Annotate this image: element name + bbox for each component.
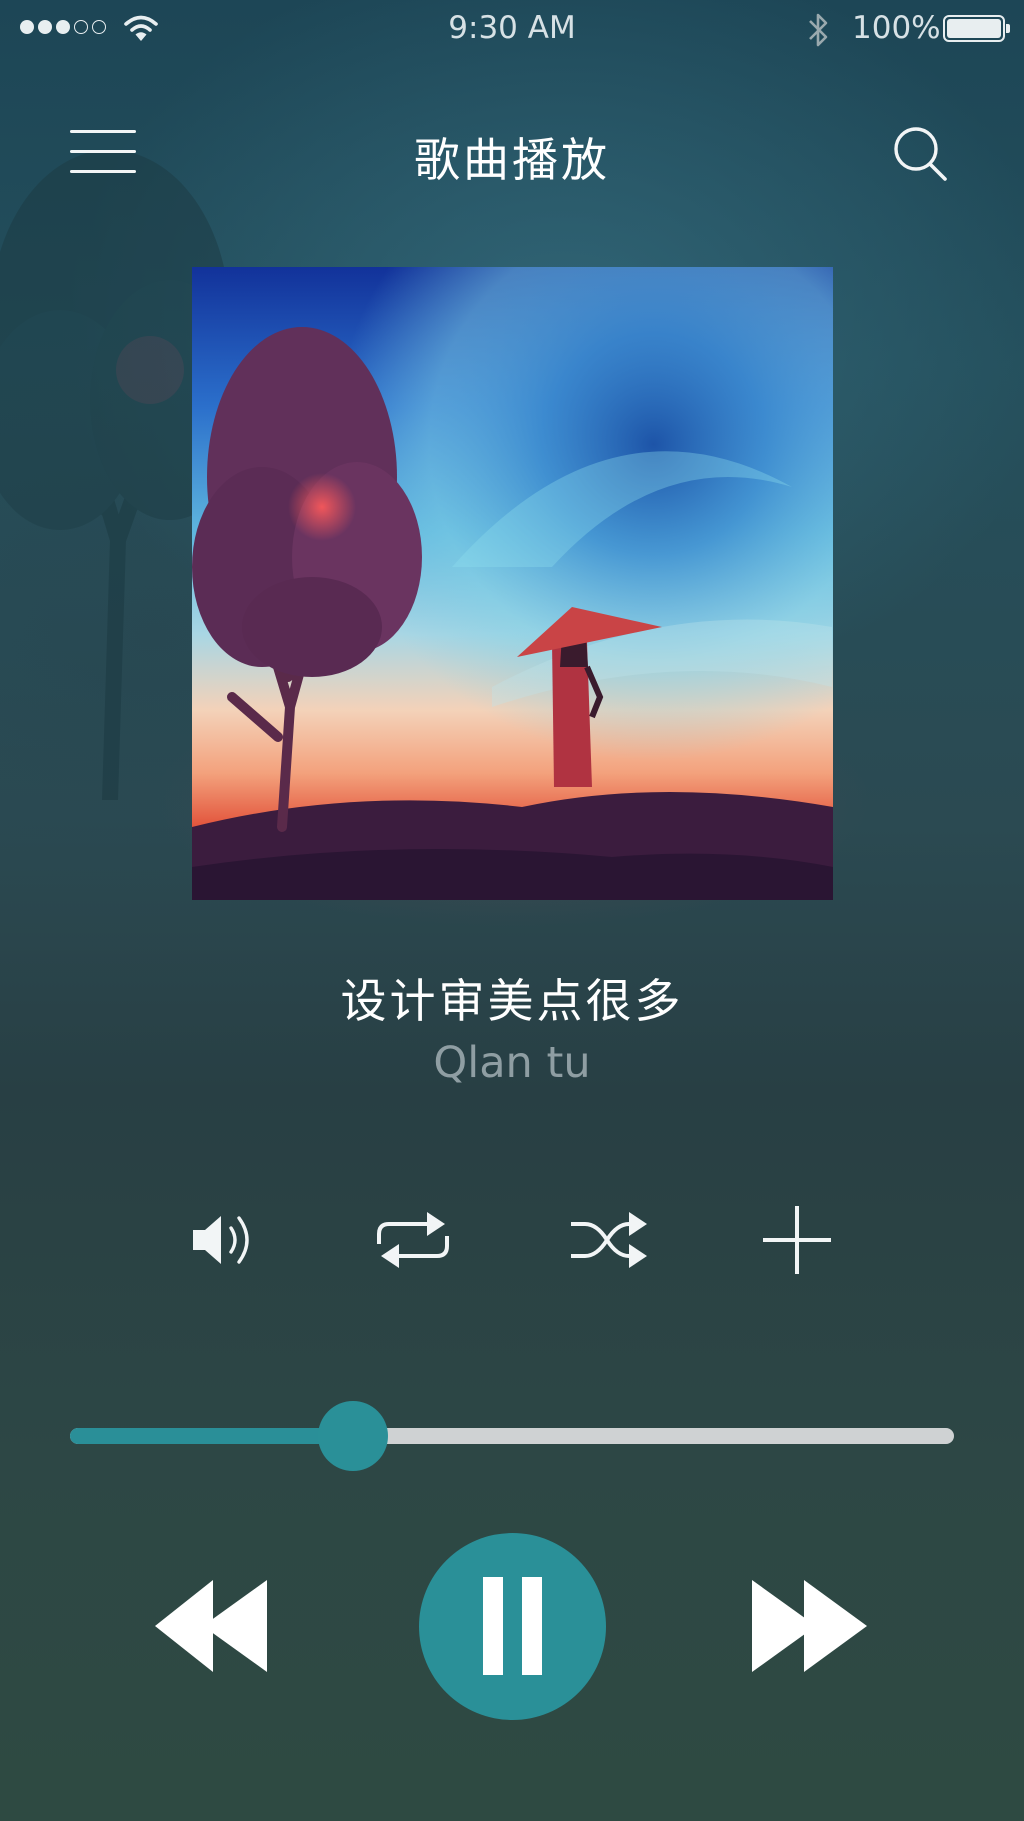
progress-thumb[interactable] bbox=[317, 1401, 388, 1471]
battery-icon bbox=[943, 15, 1010, 42]
album-cover bbox=[192, 267, 833, 900]
add-to-playlist-plus-icon[interactable] bbox=[754, 1200, 840, 1280]
battery-percent: 100% bbox=[852, 10, 941, 46]
page-title: 歌曲播放 bbox=[414, 133, 610, 187]
pause-button[interactable] bbox=[419, 1533, 606, 1720]
song-title: 设计审美点很多 bbox=[340, 974, 684, 1028]
progress-played bbox=[70, 1428, 353, 1444]
bluetooth-icon bbox=[809, 13, 828, 47]
rewind-icon[interactable] bbox=[155, 1578, 270, 1674]
repeat-icon[interactable] bbox=[370, 1200, 456, 1280]
shuffle-icon[interactable] bbox=[566, 1200, 652, 1280]
progress-slider[interactable] bbox=[70, 1401, 954, 1471]
artist-name: Qlan tu bbox=[433, 1038, 591, 1088]
fast-forward-icon[interactable] bbox=[752, 1578, 867, 1674]
status-bar: 9:30 AM 100% bbox=[0, 0, 1024, 58]
pause-icon bbox=[483, 1577, 503, 1675]
search-icon[interactable] bbox=[890, 124, 950, 184]
volume-icon[interactable] bbox=[180, 1200, 266, 1280]
